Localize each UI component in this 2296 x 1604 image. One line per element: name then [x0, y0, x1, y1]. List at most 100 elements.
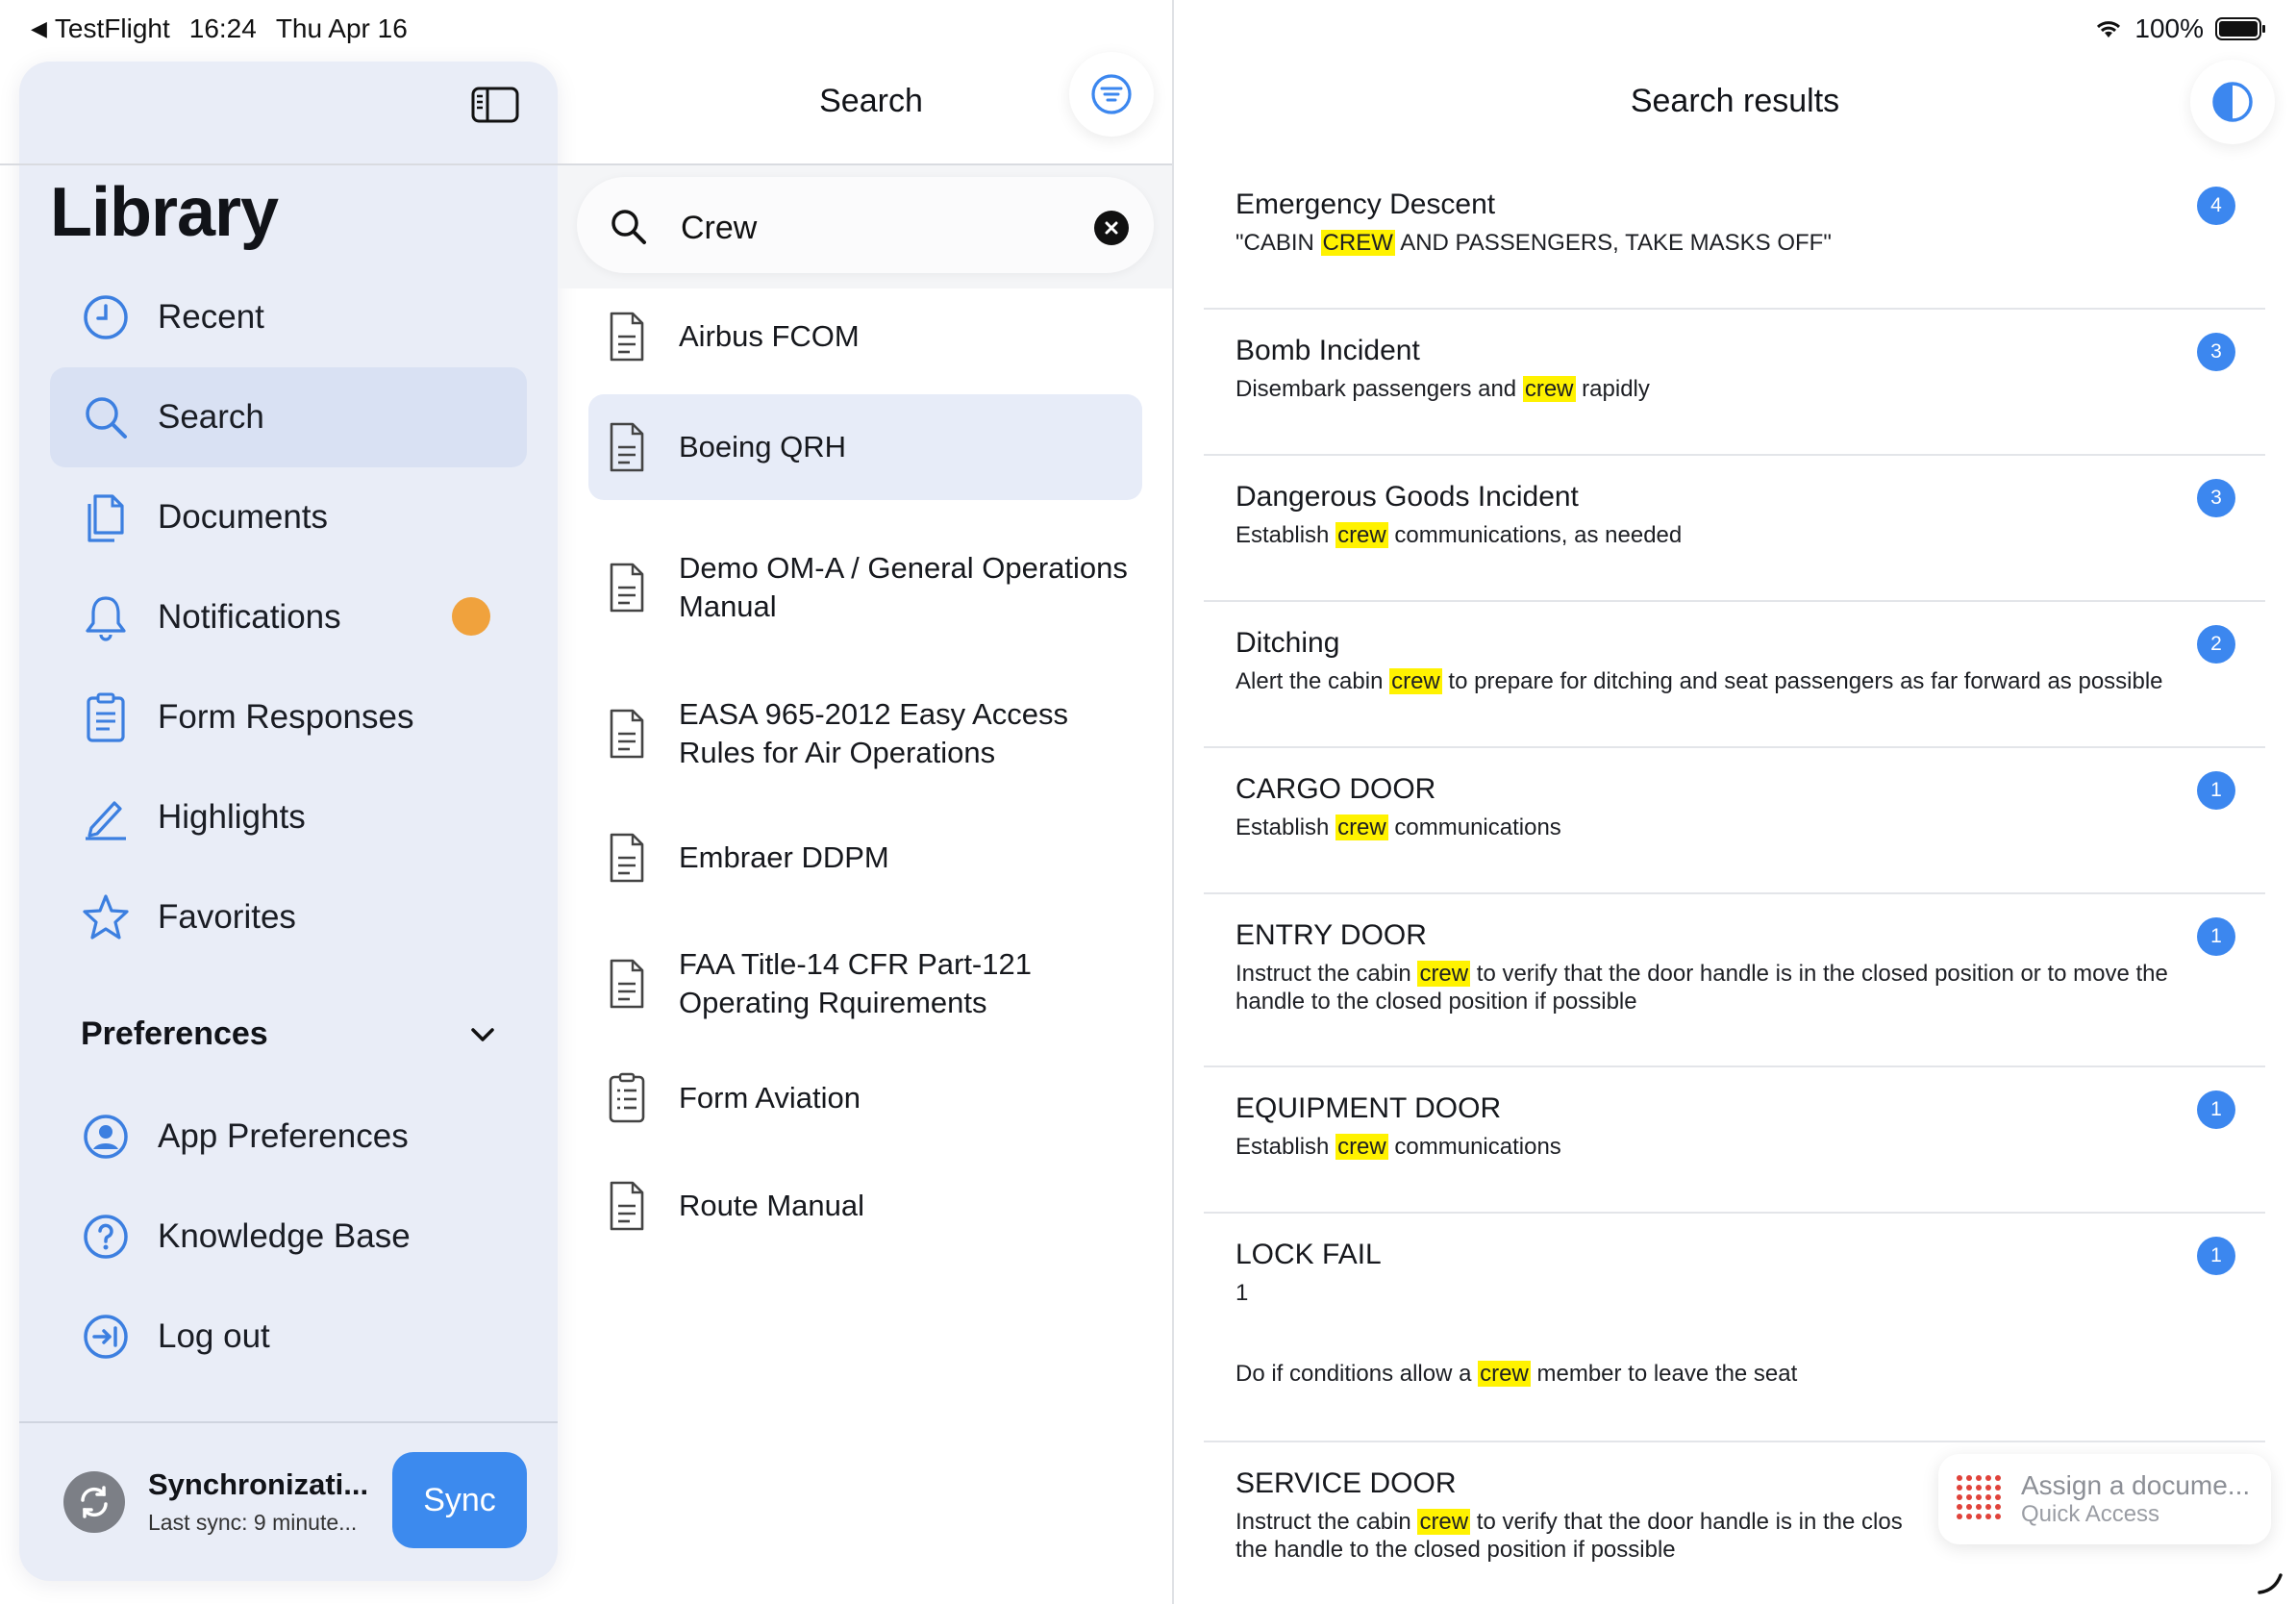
sync-button[interactable]: Sync — [392, 1452, 527, 1548]
quick-access-toast[interactable]: Assign a docume... Quick Access — [1938, 1454, 2271, 1544]
sidebar-item-label: Documents — [158, 498, 329, 536]
battery-icon — [2215, 17, 2265, 40]
document-icon — [610, 563, 644, 613]
sync-status-icon — [63, 1471, 125, 1533]
close-icon — [1105, 221, 1118, 235]
document-title: Route Manual — [679, 1189, 865, 1222]
result-snippet: Do if conditions allow a crew member to … — [1235, 1360, 2235, 1388]
sync-subtitle: Last sync: 9 minute... — [148, 1510, 358, 1535]
result-count-badge: 1 — [2197, 771, 2235, 810]
result-title: Dangerous Goods Incident — [1235, 481, 1579, 513]
snippet-after: AND PASSENGERS, TAKE MASKS OFF" — [1394, 230, 1832, 256]
sidebar-item-knowledge-base[interactable]: Knowledge Base — [50, 1187, 527, 1287]
result-count-badge: 3 — [2197, 479, 2235, 517]
search-result-item[interactable]: CARGO DOOR 1 Establish crew communications — [1204, 748, 2265, 894]
document-list-item[interactable]: EASA 965-2012 Easy Access Rules for Air … — [588, 664, 1142, 804]
sidebar-item-app-preferences[interactable]: App Preferences — [50, 1087, 527, 1187]
status-bar-left: ◀ TestFlight 16:24 Thu Apr 16 — [31, 13, 408, 44]
status-date: Thu Apr 16 — [275, 13, 408, 43]
library-title: Library — [50, 174, 279, 251]
back-app-link[interactable]: ◀ TestFlight — [31, 13, 170, 44]
snippet-highlight: CREW — [1320, 230, 1395, 256]
star-icon — [79, 890, 133, 944]
document-title: Boeing QRH — [679, 430, 847, 464]
clock-icon — [79, 290, 133, 344]
document-list-item[interactable]: FAA Title-14 CFR Part-121 Operating Rqui… — [588, 914, 1142, 1054]
pen-icon — [79, 790, 133, 844]
document-list-item[interactable]: Form Aviation — [588, 1048, 1142, 1148]
document-list-item[interactable]: Boeing QRH — [588, 394, 1142, 500]
sidebar-item-highlights[interactable]: Highlights — [50, 767, 527, 867]
sidebar-item-documents[interactable]: Documents — [50, 467, 527, 567]
filter-button[interactable] — [1069, 52, 1154, 137]
result-snippet: Instruct the cabin crew to verify that t… — [1235, 960, 2235, 1015]
result-title: Bomb Incident — [1235, 335, 1420, 366]
document-list-item[interactable]: Demo OM-A / General Operations Manual — [588, 517, 1142, 658]
sidebar-item-recent[interactable]: Recent — [50, 267, 527, 367]
snippet-highlight: crew — [1417, 961, 1471, 987]
appearance-button[interactable] — [2190, 60, 2275, 144]
result-snippet: Disembark passengers and crew rapidly — [1235, 375, 2235, 403]
search-result-item[interactable]: ENTRY DOOR 1 Instruct the cabin crew to ve… — [1204, 894, 2265, 1067]
result-count-badge: 2 — [2197, 625, 2235, 664]
search-result-item[interactable]: Emergency Descent 4 "CABIN CREW AND PASSEN… — [1204, 163, 2265, 310]
quick-access-line1: Assign a docume... — [2021, 1470, 2251, 1500]
snippet-highlight: crew — [1522, 376, 1576, 402]
snippet-before: Instruct the cabin — [1235, 1509, 1418, 1535]
document-icon — [610, 709, 644, 759]
bell-icon — [79, 590, 133, 644]
search-input[interactable] — [577, 177, 1154, 273]
document-icon — [610, 1181, 644, 1231]
column-divider — [1172, 0, 1174, 1604]
snippet-before: Disembark passengers and — [1235, 376, 1523, 402]
sidebar-item-log-out[interactable]: Log out — [50, 1287, 527, 1387]
clear-search-button[interactable] — [1094, 211, 1129, 245]
sidebar-toggle-icon[interactable] — [471, 87, 519, 123]
chevron-down-icon[interactable] — [467, 1023, 498, 1046]
question-circle-icon — [79, 1210, 133, 1264]
document-title: EASA 965-2012 Easy Access Rules for Air … — [679, 697, 1068, 769]
sidebar-item-label: Log out — [158, 1317, 270, 1355]
search-result-item[interactable]: EQUIPMENT DOOR 1 Establish crew communicat… — [1204, 1067, 2265, 1214]
preferences-header[interactable]: Preferences — [81, 1015, 268, 1053]
quick-access-line2: Quick Access — [2021, 1501, 2160, 1527]
snippet-after: communications — [1387, 815, 1561, 840]
search-result-item[interactable]: Dangerous Goods Incident 3 Establish crew … — [1204, 456, 2265, 602]
resize-handle-icon[interactable] — [2256, 1567, 2284, 1596]
result-count-badge: 1 — [2197, 917, 2235, 956]
document-title: Airbus FCOM — [679, 319, 860, 353]
search-query[interactable]: Crew — [681, 210, 757, 247]
search-result-item[interactable]: Ditching 2 Alert the cabin crew to prepare… — [1204, 602, 2265, 748]
sidebar-item-label: Knowledge Base — [158, 1217, 411, 1255]
snippet-after: communications, as needed — [1387, 522, 1683, 548]
sidebar-item-label: App Preferences — [158, 1117, 409, 1155]
sidebar-item-search[interactable]: Search — [50, 367, 527, 467]
sidebar-item-favorites[interactable]: Favorites — [50, 867, 527, 967]
snippet-highlight: crew — [1389, 668, 1442, 694]
result-extra-line: 1 — [1235, 1280, 1249, 1306]
status-bar-right: 100% — [2094, 13, 2267, 44]
document-list-item[interactable]: Airbus FCOM — [588, 287, 1142, 387]
sidebar-item-label: Favorites — [158, 898, 296, 936]
back-app-label: TestFlight — [54, 13, 170, 43]
filter-icon — [1091, 74, 1132, 114]
notification-badge — [452, 597, 490, 636]
document-title: Form Aviation — [679, 1081, 861, 1115]
status-time: 16:24 — [188, 13, 257, 43]
result-title: SERVICE DOOR — [1235, 1467, 1457, 1499]
result-count-badge: 1 — [2197, 1090, 2235, 1129]
snippet-after: communications — [1387, 1134, 1561, 1160]
search-result-item[interactable]: LOCK FAIL 1 1 Do if conditions allow a crew… — [1204, 1214, 2265, 1442]
result-title: Ditching — [1235, 627, 1340, 659]
search-result-item[interactable]: Bomb Incident 3 Disembark passengers and c… — [1204, 310, 2265, 456]
document-title: Demo OM-A / General Operations Manual — [679, 551, 1128, 623]
search-icon — [79, 390, 133, 444]
document-list-item[interactable]: Route Manual — [588, 1156, 1142, 1256]
results-panel-title: Search results — [1630, 83, 1840, 119]
sidebar-item-label: Recent — [158, 298, 264, 336]
contrast-icon — [2212, 82, 2253, 122]
snippet-highlight: crew — [1478, 1361, 1531, 1387]
sidebar-item-form-responses[interactable]: Form Responses — [50, 667, 527, 767]
document-list-item[interactable]: Embraer DDPM — [588, 808, 1142, 908]
snippet-after: member to leave the seat — [1530, 1361, 1798, 1387]
